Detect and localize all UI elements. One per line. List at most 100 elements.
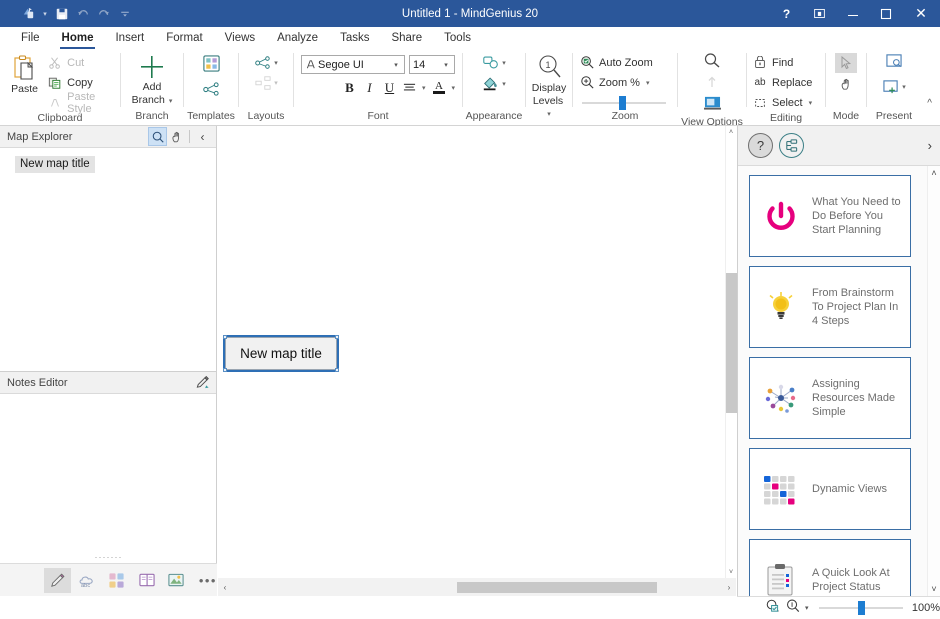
ribbon-collapse-button[interactable]: ^ — [927, 49, 940, 125]
map-canvas[interactable]: New map title — [218, 126, 736, 578]
bold-button[interactable]: B — [340, 78, 359, 97]
qat-logo-caret-icon[interactable]: ▾ — [39, 3, 51, 25]
help-card[interactable]: Assigning Resources Made Simple — [749, 357, 911, 439]
tab-format[interactable]: Format — [155, 29, 213, 49]
zoom-percent-button[interactable]: Zoom % ▾ — [577, 73, 671, 92]
underline-button[interactable]: U — [380, 78, 399, 97]
find-button[interactable]: Find — [750, 53, 816, 72]
tab-tools[interactable]: Tools — [433, 29, 482, 49]
tab-share[interactable]: Share — [380, 29, 433, 49]
tab-views[interactable]: Views — [214, 29, 266, 49]
help-card[interactable]: A Quick Look At Project Status — [749, 539, 911, 596]
font-name-combo[interactable]: Segoe UI ▾ — [301, 55, 405, 74]
tab-insert[interactable]: Insert — [104, 29, 155, 49]
right-panel-scrollbar[interactable]: ˄ ˅ — [927, 166, 940, 596]
help-card[interactable]: Dynamic Views — [749, 448, 911, 530]
layout-branch-button[interactable]: ▾ — [254, 75, 278, 91]
collapse-panel-icon[interactable]: ‹ — [193, 127, 212, 146]
italic-button[interactable]: I — [360, 78, 379, 97]
view-zoom-button[interactable] — [703, 52, 721, 74]
notes-editor-content[interactable] — [0, 394, 216, 562]
maximize-button[interactable] — [869, 0, 902, 27]
cut-button[interactable]: Cut — [45, 53, 114, 72]
ribbon-display-options-button[interactable] — [803, 0, 836, 27]
tab-tasks[interactable]: Tasks — [329, 29, 380, 49]
minimize-button[interactable] — [836, 0, 869, 27]
view-presentation-button[interactable] — [703, 95, 722, 116]
left-dock-grip[interactable]: ······· — [0, 553, 217, 563]
tab-analyze[interactable]: Analyze — [266, 29, 329, 49]
map-explorer-tree[interactable]: New map title — [0, 148, 216, 371]
layout-style-button[interactable]: ▾ — [254, 55, 278, 71]
map-node-root[interactable]: New map title — [223, 335, 339, 372]
view-up-button[interactable] — [704, 75, 720, 94]
pan-hand-icon[interactable] — [167, 127, 186, 146]
align-button[interactable] — [400, 78, 419, 97]
resize-handle-bottom-right[interactable] — [335, 368, 339, 372]
canvas-horizontal-scrollbar[interactable]: ‹ › — [218, 578, 736, 596]
glossary-book-icon[interactable] — [133, 568, 160, 593]
pencil-icon[interactable] — [193, 373, 212, 392]
save-icon[interactable] — [52, 3, 72, 25]
canvas-vertical-scrollbar[interactable]: ˄ ˅ — [725, 126, 737, 578]
paste-style-button[interactable]: Paste Style — [45, 91, 114, 115]
present-preview-button[interactable] — [885, 53, 903, 74]
text-color-caret-icon[interactable]: ▾ — [451, 84, 455, 92]
undo-icon[interactable] — [73, 3, 93, 25]
vscroll-track[interactable] — [725, 138, 737, 566]
zoom-slider-thumb[interactable] — [619, 96, 626, 110]
status-zoom-slider[interactable] — [818, 601, 903, 615]
resize-handle-top-right[interactable] — [335, 335, 339, 339]
categories-icon[interactable] — [104, 568, 131, 593]
shape-style-button[interactable]: ▾ — [482, 55, 506, 70]
scroll-left-arrow-icon[interactable]: ‹ — [218, 583, 232, 592]
paste-button[interactable]: Paste — [6, 52, 43, 95]
mindgenius-logo-icon[interactable] — [18, 3, 38, 25]
redo-icon[interactable] — [94, 3, 114, 25]
select-button[interactable]: Select ▾ — [750, 93, 816, 112]
tab-home[interactable]: Home — [51, 29, 105, 49]
auto-zoom-button[interactable]: Auto Zoom — [577, 53, 671, 72]
mode-pan-button[interactable] — [839, 77, 854, 97]
present-new-button[interactable]: ▾ — [882, 79, 906, 95]
help-card[interactable]: From Brainstorm To Project Plan In 4 Ste… — [749, 266, 911, 348]
zoom-icon[interactable] — [785, 598, 801, 619]
scroll-down-arrow-icon[interactable]: ˅ — [931, 582, 936, 596]
hscroll-track[interactable] — [232, 581, 722, 593]
close-button[interactable]: ✕ — [902, 0, 940, 27]
resize-handle-top-left[interactable] — [223, 335, 227, 339]
search-icon[interactable] — [148, 127, 167, 146]
right-scroll-track[interactable] — [928, 180, 940, 582]
help-tab-button[interactable]: ? — [748, 133, 773, 158]
tab-file[interactable]: File — [10, 29, 51, 49]
align-caret-icon[interactable]: ▾ — [422, 84, 426, 92]
scroll-up-arrow-icon[interactable]: ˄ — [729, 126, 733, 138]
mode-select-button[interactable] — [835, 53, 857, 73]
fill-color-button[interactable]: ▾ — [482, 76, 506, 91]
ribbon-zoom-slider[interactable] — [582, 96, 666, 110]
replace-button[interactable]: ab Replace — [750, 73, 816, 92]
scroll-right-arrow-icon[interactable]: › — [722, 583, 736, 592]
template-gallery-button[interactable] — [202, 54, 221, 78]
template-map-button[interactable] — [202, 81, 221, 103]
word-cloud-icon[interactable]: abc — [74, 568, 101, 593]
font-name-caret-icon[interactable]: ▾ — [390, 61, 402, 69]
help-card[interactable]: What You Need to Do Before You Start Pla… — [749, 175, 911, 257]
tree-item-root[interactable]: New map title — [15, 156, 95, 173]
fit-to-page-icon[interactable] — [765, 598, 781, 619]
zoom-dropdown-caret-icon[interactable]: ▾ — [805, 604, 809, 612]
tutorials-tab-button[interactable] — [779, 133, 804, 158]
collapse-right-panel-icon[interactable]: › — [928, 138, 932, 153]
add-branch-button[interactable]: Add Branch ▾ — [127, 52, 177, 107]
picture-gallery-icon[interactable] — [163, 568, 190, 593]
font-size-caret-icon[interactable]: ▾ — [440, 61, 452, 69]
zoom-percent-caret-icon[interactable]: ▾ — [646, 79, 650, 87]
scroll-down-arrow-icon[interactable]: ˅ — [729, 566, 733, 578]
resize-handle-bottom-left[interactable] — [223, 368, 227, 372]
scroll-up-arrow-icon[interactable]: ˄ — [931, 166, 936, 180]
more-panels-button[interactable]: ••• — [199, 573, 217, 588]
hscroll-thumb[interactable] — [457, 581, 657, 593]
help-button[interactable]: ? — [770, 0, 803, 27]
status-zoom-thumb[interactable] — [857, 601, 865, 615]
notes-pencil-icon[interactable] — [44, 567, 71, 593]
